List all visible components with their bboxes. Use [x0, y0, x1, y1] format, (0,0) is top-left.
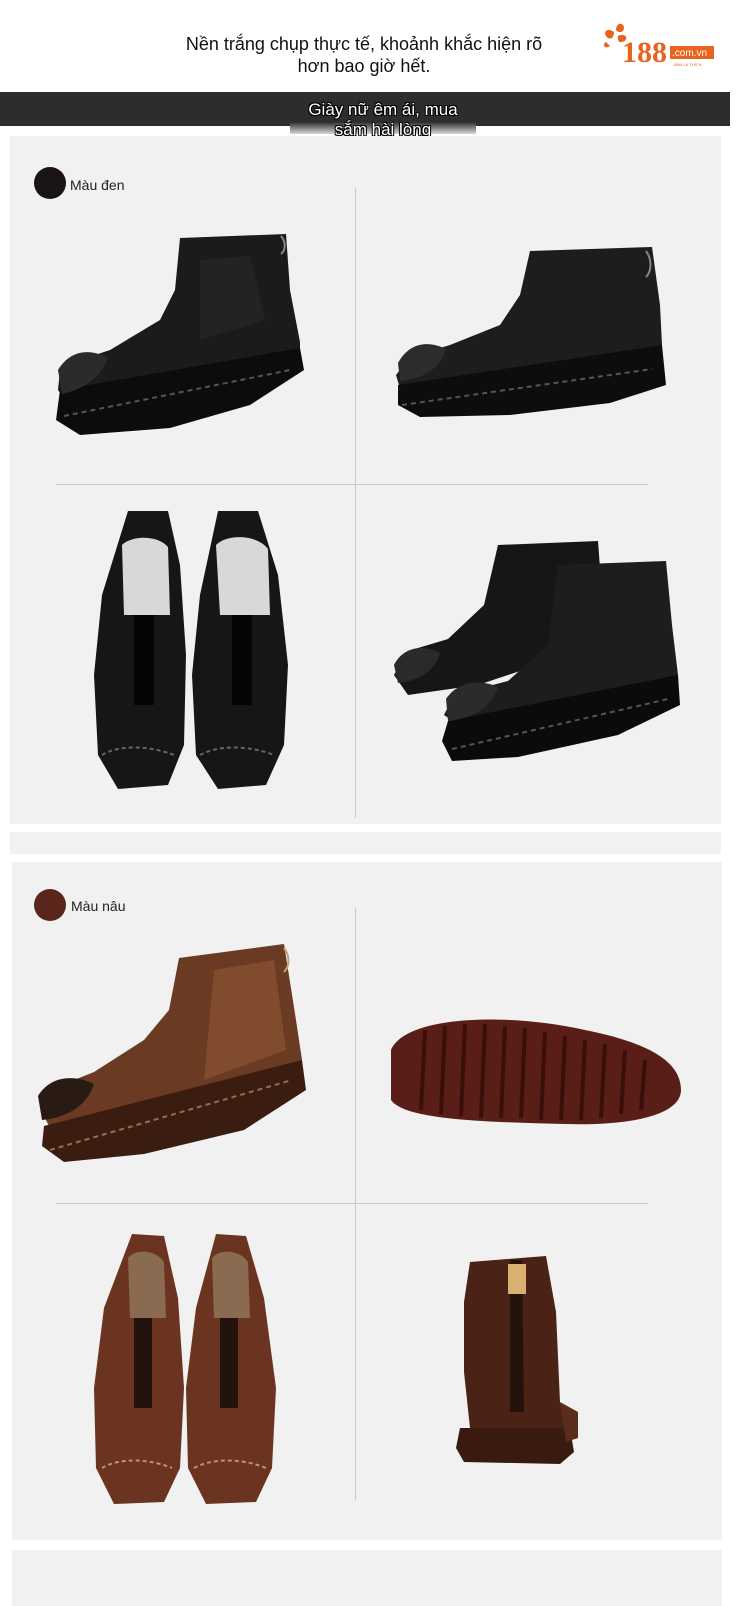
separator-strip-bottom [12, 1550, 722, 1606]
brown-boot-sole-image[interactable] [385, 1010, 685, 1130]
black-color-swatch[interactable] [34, 167, 66, 199]
black-boot-side-image[interactable] [50, 230, 310, 445]
separator-strip [10, 832, 721, 854]
brown-boots-top-image[interactable] [88, 1228, 288, 1508]
grid-divider-vertical [355, 908, 356, 1500]
logo-tagline: BÁN LÀ THÍCH [674, 62, 702, 67]
black-boot-angle-image[interactable] [390, 245, 670, 425]
grid-divider-vertical [355, 188, 356, 818]
logo-domain: .com.vn [672, 48, 707, 59]
black-boots-pair-image[interactable] [388, 535, 688, 770]
brown-boot-side-image[interactable] [34, 940, 309, 1175]
black-boots-top-image[interactable] [88, 505, 298, 795]
header-caption-line-2: hơn bao giờ hết. [297, 56, 431, 76]
brown-boot-back-image[interactable] [450, 1252, 585, 1467]
banner-title-line-1: Giày nữ êm ái, mua [308, 100, 458, 119]
logo-brand: 188 [622, 36, 667, 68]
header-caption-line-1: Nền trắng chụp thực tế, khoảnh khắc hiện… [185, 34, 543, 54]
brand-logo[interactable]: 188 .com.vn BÁN LÀ THÍCH [600, 22, 718, 68]
grid-divider-horizontal [56, 1203, 648, 1204]
banner-title: Giày nữ êm ái, mua sắm hài lòng [290, 100, 476, 140]
header: Nền trắng chụp thực tế, khoảnh khắc hiện… [0, 0, 750, 92]
brown-color-label: Màu nâu [71, 898, 126, 914]
brown-color-swatch[interactable] [34, 889, 66, 921]
black-color-label: Màu đen [70, 177, 125, 193]
grid-divider-horizontal [56, 484, 648, 485]
header-caption: Nền trắng chụp thực tế, khoảnh khắc hiện… [160, 33, 568, 77]
